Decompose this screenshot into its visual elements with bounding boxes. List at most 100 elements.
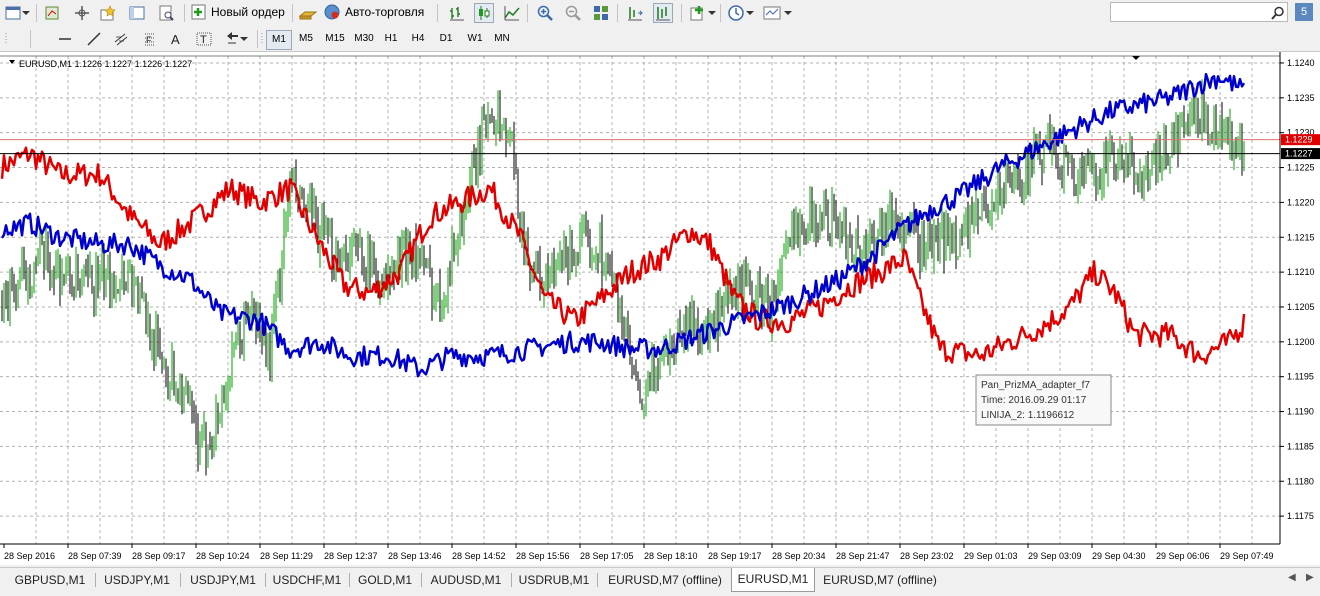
autotrading-button[interactable]: Авто-торговля [323, 2, 424, 22]
periods-clock-icon[interactable] [726, 3, 746, 23]
time-tick-label: 28 Sep 09:17 [132, 551, 186, 561]
tab-eurusd-m7-offline-2[interactable]: EURUSD,M7 (offline) [816, 570, 944, 590]
price-tick-label: 1.1185 [1287, 441, 1314, 451]
time-tick-label: 29 Sep 01:03 [964, 551, 1018, 561]
time-tick-label: 28 Sep 10:24 [196, 551, 250, 561]
time-tick-label: 28 Sep 18:10 [644, 551, 698, 561]
chart-shift-icon[interactable] [625, 3, 645, 23]
templates-icon[interactable] [762, 3, 782, 23]
tooltip-value: LINIJA_2: 1.1196612 [981, 410, 1075, 421]
gold-bars-icon[interactable] [298, 3, 318, 23]
red-price-label: 1.1229 [1285, 135, 1313, 145]
new-order-icon [191, 4, 206, 20]
search-icon[interactable] [1268, 3, 1288, 23]
price-tick-label: 1.1200 [1287, 337, 1315, 347]
symbol-header: EURUSD,M1 1.1226 1.1227 1.1226 1.1227 [19, 59, 192, 69]
timeframe-m5[interactable]: M5 [294, 30, 318, 48]
price-tick-label: 1.1180 [1287, 476, 1314, 486]
svg-text:T: T [200, 34, 207, 46]
timeframe-h4[interactable]: H4 [406, 30, 430, 48]
time-tick-label: 28 Sep 23:02 [900, 551, 954, 561]
trendline-icon[interactable] [84, 29, 104, 49]
timeframe-m15[interactable]: M15 [321, 30, 349, 48]
chart-tabs-bar: GBPUSD,M1 USDJPY,M1 USDJPY,M1 USDCHF,M1 … [0, 567, 1320, 596]
tab-usdrub-m1[interactable]: USDRUB,M1 [514, 570, 594, 590]
price-tick-label: 1.1190 [1287, 407, 1314, 417]
price-tick-label: 1.1240 [1287, 58, 1315, 68]
indicator-tooltip: Pan_PrizMA_adapter_f7 Time: 2016.09.29 0… [975, 374, 1112, 426]
tab-audusd-m1[interactable]: AUDUSD,M1 [424, 570, 508, 590]
tabs-scroll-right-icon[interactable]: ▶ [1306, 572, 1314, 583]
dropdown-arrow-icon[interactable] [783, 3, 793, 23]
tooltip-name: Pan_PrizMA_adapter_f7 [981, 380, 1090, 391]
new-order-label: Новый ордер [211, 5, 285, 19]
timeframe-m1[interactable]: M1 [266, 30, 292, 50]
notifications-badge[interactable]: 5 [1295, 3, 1313, 21]
price-tick-label: 1.1175 [1287, 511, 1314, 521]
tab-eurusd-m7-offline[interactable]: EURUSD,M7 (offline) [600, 570, 730, 590]
tooltip-time: Time: 2016.09.29 01:17 [981, 395, 1087, 406]
terminal-icon[interactable] [156, 3, 176, 23]
time-tick-label: 29 Sep 04:30 [1092, 551, 1146, 561]
new-order-button[interactable]: Новый ордер [191, 2, 285, 22]
tab-usdjpy-m1[interactable]: USDJPY,M1 [98, 570, 176, 590]
favorites-star-icon[interactable] [98, 3, 118, 23]
timeframe-m30[interactable]: M30 [350, 30, 378, 48]
dropdown-arrow-icon[interactable] [707, 3, 717, 23]
tab-gold-m1[interactable]: GOLD,M1 [352, 570, 418, 590]
candlestick-icon[interactable] [474, 3, 494, 23]
svg-text:F: F [146, 35, 152, 45]
time-tick-label: 28 Sep 11:29 [260, 551, 313, 561]
navigator-icon[interactable] [127, 3, 147, 23]
tab-usdjpy-m1-2[interactable]: USDJPY,M1 [183, 570, 263, 590]
timeframe-mn[interactable]: MN [489, 30, 515, 48]
dropdown-arrow-icon[interactable] [21, 3, 31, 23]
time-tick-label: 28 Sep 20:34 [772, 551, 826, 561]
horizontal-line-icon[interactable] [55, 29, 75, 49]
current-price-label: 1.1227 [1285, 149, 1313, 159]
timeframe-h1[interactable]: H1 [379, 30, 403, 48]
price-chart[interactable]: 1.12401.12351.12301.12251.12201.12151.12… [0, 52, 1320, 565]
price-tick-label: 1.1220 [1287, 197, 1315, 207]
line-chart-icon[interactable] [502, 3, 522, 23]
time-tick-label: 28 Sep 17:05 [580, 551, 634, 561]
dropdown-arrow-icon[interactable] [745, 3, 755, 23]
time-tick-label: 28 Sep 14:52 [452, 551, 506, 561]
crosshair-move-icon[interactable] [72, 3, 92, 23]
drawing-toolbar: F A T M1 M5 M15 M30 H1 H4 D1 W1 MN [0, 26, 1320, 52]
new-chart-icon[interactable] [3, 3, 23, 23]
tab-usdchf-m1[interactable]: USDCHF,M1 [268, 570, 346, 590]
time-tick-label: 29 Sep 07:49 [1220, 551, 1274, 561]
zoom-in-icon[interactable] [535, 3, 555, 23]
tab-eurusd-m1[interactable]: EURUSD,M1 [731, 568, 815, 592]
time-tick-label: 28 Sep 2016 [4, 551, 55, 561]
search-input[interactable] [1110, 2, 1288, 22]
text-label-icon[interactable]: T [194, 29, 214, 49]
profiles-icon[interactable] [42, 3, 62, 23]
time-tick-label: 28 Sep 19:17 [708, 551, 762, 561]
price-tick-label: 1.1195 [1287, 372, 1314, 382]
fibonacci-icon[interactable]: F [140, 29, 160, 49]
price-tick-label: 1.1205 [1287, 302, 1315, 312]
channel-icon[interactable] [111, 29, 131, 49]
time-tick-label: 28 Sep 12:37 [324, 551, 378, 561]
time-tick-label: 28 Sep 07:39 [68, 551, 122, 561]
autotrading-label: Авто-торговля [345, 5, 425, 19]
autoscroll-icon[interactable] [653, 3, 673, 23]
indicators-icon[interactable] [688, 3, 708, 23]
zoom-out-icon[interactable] [563, 3, 583, 23]
svg-text:A: A [171, 32, 180, 47]
toolbar-grip-icon [0, 29, 12, 49]
main-toolbar: Новый ордер Авто-торговля 5 [0, 0, 1320, 27]
tab-gbpusd-m1[interactable]: GBPUSD,M1 [8, 570, 92, 590]
timeframe-d1[interactable]: D1 [434, 30, 458, 48]
time-tick-label: 28 Sep 21:47 [836, 551, 890, 561]
text-icon[interactable]: A [166, 29, 186, 49]
time-tick-label: 28 Sep 13:46 [388, 551, 442, 561]
tile-windows-icon[interactable] [591, 3, 611, 23]
time-tick-label: 28 Sep 15:56 [516, 551, 570, 561]
bar-chart-icon[interactable] [447, 3, 467, 23]
timeframe-w1[interactable]: W1 [463, 30, 487, 48]
dropdown-arrow-icon[interactable] [239, 29, 249, 49]
tabs-scroll-left-icon[interactable]: ◀ [1288, 572, 1296, 583]
